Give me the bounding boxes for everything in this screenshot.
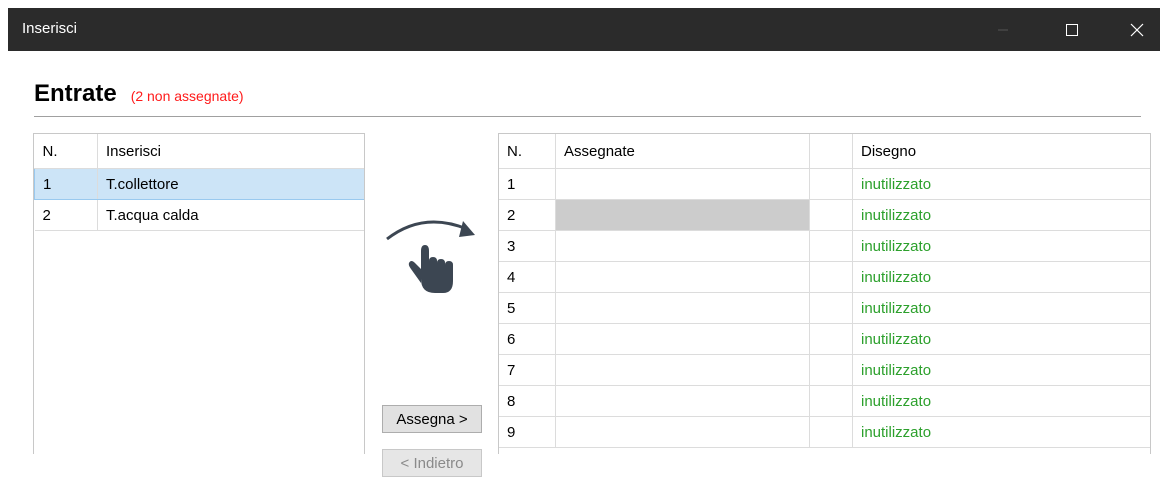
row-number: 1	[34, 168, 98, 200]
drawing-status[interactable]: inutilizzato	[852, 261, 1150, 293]
assigned-cell[interactable]	[555, 385, 810, 417]
blank-cell	[809, 292, 853, 324]
inputs-header-row: N. Inserisci	[34, 134, 364, 169]
close-icon	[1130, 23, 1144, 36]
table-row[interactable]: 3 inutilizzato	[499, 230, 1150, 262]
drawing-status[interactable]: inutilizzato	[852, 292, 1150, 324]
inputs-list[interactable]: N. Inserisci 1 T.collettore 2 T.acqua ca…	[33, 133, 365, 454]
assigned-cell[interactable]	[555, 230, 810, 262]
unassigned-count: (2 non assegnate)	[130, 88, 244, 104]
column-header-assegnate[interactable]: Assegnate	[555, 134, 810, 169]
table-row[interactable]: 5 inutilizzato	[499, 292, 1150, 324]
input-name: T.collettore	[97, 168, 364, 200]
drawing-status[interactable]: inutilizzato	[852, 354, 1150, 386]
row-number: 3	[499, 230, 556, 262]
assigned-cell[interactable]	[555, 292, 810, 324]
blank-cell	[809, 354, 853, 386]
row-number: 1	[499, 168, 556, 200]
table-row[interactable]: 8 inutilizzato	[499, 385, 1150, 417]
title-bar: Inserisci	[8, 8, 1160, 51]
assigned-cell[interactable]	[555, 199, 810, 231]
drawing-status[interactable]: inutilizzato	[852, 323, 1150, 355]
table-row[interactable]: 1 inutilizzato	[499, 168, 1150, 200]
assigned-cell[interactable]	[555, 354, 810, 386]
row-number: 4	[499, 261, 556, 293]
section-heading: Entrate (2 non assegnate)	[34, 80, 244, 108]
column-header-n[interactable]: N.	[499, 134, 556, 169]
input-name: T.acqua calda	[97, 199, 364, 231]
window-title: Inserisci	[22, 20, 78, 37]
back-button[interactable]: < Indietro	[382, 449, 482, 477]
blank-cell	[809, 199, 853, 231]
table-row[interactable]: 2 inutilizzato	[499, 199, 1150, 231]
table-row[interactable]: 7 inutilizzato	[499, 354, 1150, 386]
blank-cell	[809, 323, 853, 355]
assigned-cell[interactable]	[555, 168, 810, 200]
blank-cell	[809, 168, 853, 200]
table-row[interactable]: 1 T.collettore	[34, 168, 364, 200]
table-row[interactable]: 6 inutilizzato	[499, 323, 1150, 355]
maximize-icon	[1066, 23, 1078, 36]
table-row[interactable]: 4 inutilizzato	[499, 261, 1150, 293]
assign-button[interactable]: Assegna >	[382, 405, 482, 433]
minimize-icon	[998, 29, 1008, 30]
row-number: 2	[34, 199, 98, 231]
assignments-table[interactable]: N. Assegnate Disegno 1 inutilizzato 2 inuti…	[498, 133, 1151, 454]
close-button[interactable]	[1114, 8, 1160, 51]
maximize-button[interactable]	[1049, 8, 1095, 51]
column-header-n[interactable]: N.	[34, 134, 98, 169]
drawing-status[interactable]: inutilizzato	[852, 385, 1150, 417]
minimize-button[interactable]	[980, 8, 1026, 51]
column-header-blank[interactable]	[809, 134, 853, 169]
table-row[interactable]: 2 T.acqua calda	[34, 199, 364, 231]
row-number: 7	[499, 354, 556, 386]
drawing-status[interactable]: inutilizzato	[852, 199, 1150, 231]
drawing-status[interactable]: inutilizzato	[852, 230, 1150, 262]
row-number: 5	[499, 292, 556, 324]
row-number: 6	[499, 323, 556, 355]
section-title: Entrate	[34, 80, 117, 107]
column-header-disegno[interactable]: Disegno	[852, 134, 1150, 169]
blank-cell	[809, 230, 853, 262]
blank-cell	[809, 261, 853, 293]
blank-cell	[809, 385, 853, 417]
drawing-status[interactable]: inutilizzato	[852, 168, 1150, 200]
column-header-inserisci[interactable]: Inserisci	[97, 134, 364, 169]
divider	[34, 116, 1141, 117]
row-number: 2	[499, 199, 556, 231]
dialog-body: Entrate (2 non assegnate) N. Inserisci 1…	[8, 51, 1160, 477]
assigned-cell[interactable]	[555, 261, 810, 293]
row-number: 8	[499, 385, 556, 417]
drag-hand-icon	[386, 220, 475, 293]
assignments-header-row: N. Assegnate Disegno	[499, 134, 1150, 169]
assigned-cell[interactable]	[555, 323, 810, 355]
